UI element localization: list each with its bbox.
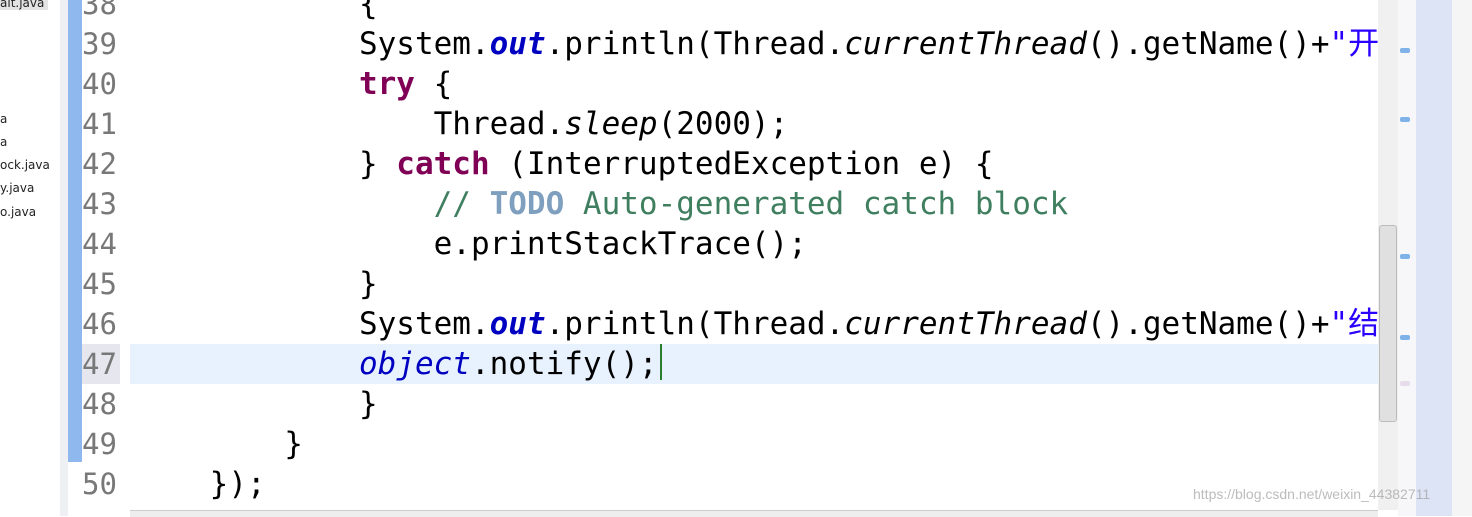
text-caret [660, 344, 662, 380]
code-token: "结 [1329, 306, 1378, 342]
code-editor[interactable]: { System.out.println(Thread.currentThrea… [130, 0, 1378, 510]
code-line[interactable]: } catch (InterruptedException e) { [130, 144, 1378, 184]
code-token: catch [396, 146, 490, 182]
line-number: 42 [82, 147, 117, 181]
code-token: .println(Thread. [545, 306, 845, 342]
code-line[interactable]: System.out.println(Thread.currentThread(… [130, 24, 1378, 64]
watermark: https://blog.csdn.net/weixin_44382711 [1193, 486, 1431, 502]
code-token: TODO [489, 186, 565, 222]
annotation-ruler [68, 0, 82, 462]
line-number: 43 [82, 187, 117, 221]
code-token: object [358, 346, 471, 382]
code-token: System. [135, 306, 490, 342]
code-line[interactable]: object.notify(); [130, 344, 1378, 384]
code-token: { [135, 0, 378, 22]
explorer-file-item[interactable]: a [0, 135, 7, 149]
code-line[interactable]: Thread.sleep(2000); [130, 104, 1378, 144]
code-line[interactable]: e.printStackTrace(); [130, 224, 1378, 264]
explorer-file-item[interactable]: y.java [0, 181, 34, 195]
line-number: 39 [82, 27, 117, 61]
line-number: 41 [82, 107, 117, 141]
line-number: 48 [82, 387, 117, 421]
explorer-file-item[interactable]: a [0, 112, 7, 126]
overview-marker[interactable] [1400, 117, 1410, 122]
overview-marker[interactable] [1400, 48, 1410, 53]
code-line[interactable]: } [130, 384, 1378, 424]
code-token: System. [135, 26, 490, 62]
code-token: { [414, 66, 453, 102]
explorer-file-item[interactable]: o.java [0, 205, 36, 219]
code-line[interactable]: } [130, 424, 1378, 464]
overview-marker[interactable] [1400, 254, 1410, 259]
code-token: out [489, 306, 546, 342]
line-number: 45 [82, 267, 117, 301]
code-token: ().getName()+ [1086, 26, 1330, 62]
window-edge [1452, 0, 1472, 516]
code-token: }); [135, 466, 266, 502]
panel-divider[interactable] [60, 0, 68, 516]
explorer-file-item[interactable]: ock.java [0, 158, 50, 172]
code-line[interactable]: } [130, 264, 1378, 304]
code-token: } [135, 426, 303, 462]
code-token: } [135, 146, 397, 182]
code-token: currentThread [844, 26, 1087, 62]
code-token: (2000); [657, 106, 789, 142]
line-number: 47 [82, 344, 120, 384]
line-number: 44 [82, 227, 117, 261]
code-token: .notify(); [470, 346, 658, 382]
explorer-file-item[interactable]: ait.java [0, 0, 49, 10]
code-token: (InterruptedException e) { [489, 146, 994, 182]
code-line[interactable]: System.out.println(Thread.currentThread(… [130, 304, 1378, 344]
code-token: out [489, 26, 546, 62]
package-explorer: ait.java a a ock.java y.java o.java [0, 0, 61, 516]
line-number: 50 [82, 467, 117, 501]
code-token: "开 [1329, 26, 1378, 62]
line-number: 40 [82, 67, 117, 101]
code-token: } [135, 386, 378, 422]
code-token: currentThread [844, 306, 1087, 342]
right-panel [1416, 0, 1452, 516]
overview-marker[interactable] [1400, 335, 1410, 340]
code-line[interactable]: try { [130, 64, 1378, 104]
code-token: Thread. [135, 106, 565, 142]
code-token: Auto-generated catch block [564, 186, 1069, 222]
code-token: try [358, 66, 415, 102]
code-line[interactable]: { [130, 0, 1378, 24]
code-line[interactable]: // TODO Auto-generated catch block [130, 184, 1378, 224]
code-token: sleep [564, 106, 658, 142]
code-token: .println(Thread. [545, 26, 845, 62]
code-token: e.printStackTrace(); [135, 226, 807, 262]
scrollbar-thumb[interactable] [1379, 225, 1397, 422]
code-token: ().getName()+ [1086, 306, 1330, 342]
overview-marker[interactable] [1400, 381, 1410, 386]
line-number: 46 [82, 307, 117, 341]
code-line[interactable]: }); [130, 464, 1378, 504]
line-number: 38 [82, 0, 117, 21]
line-number: 49 [82, 427, 117, 461]
code-token: // [135, 186, 490, 222]
code-token: } [135, 266, 378, 302]
